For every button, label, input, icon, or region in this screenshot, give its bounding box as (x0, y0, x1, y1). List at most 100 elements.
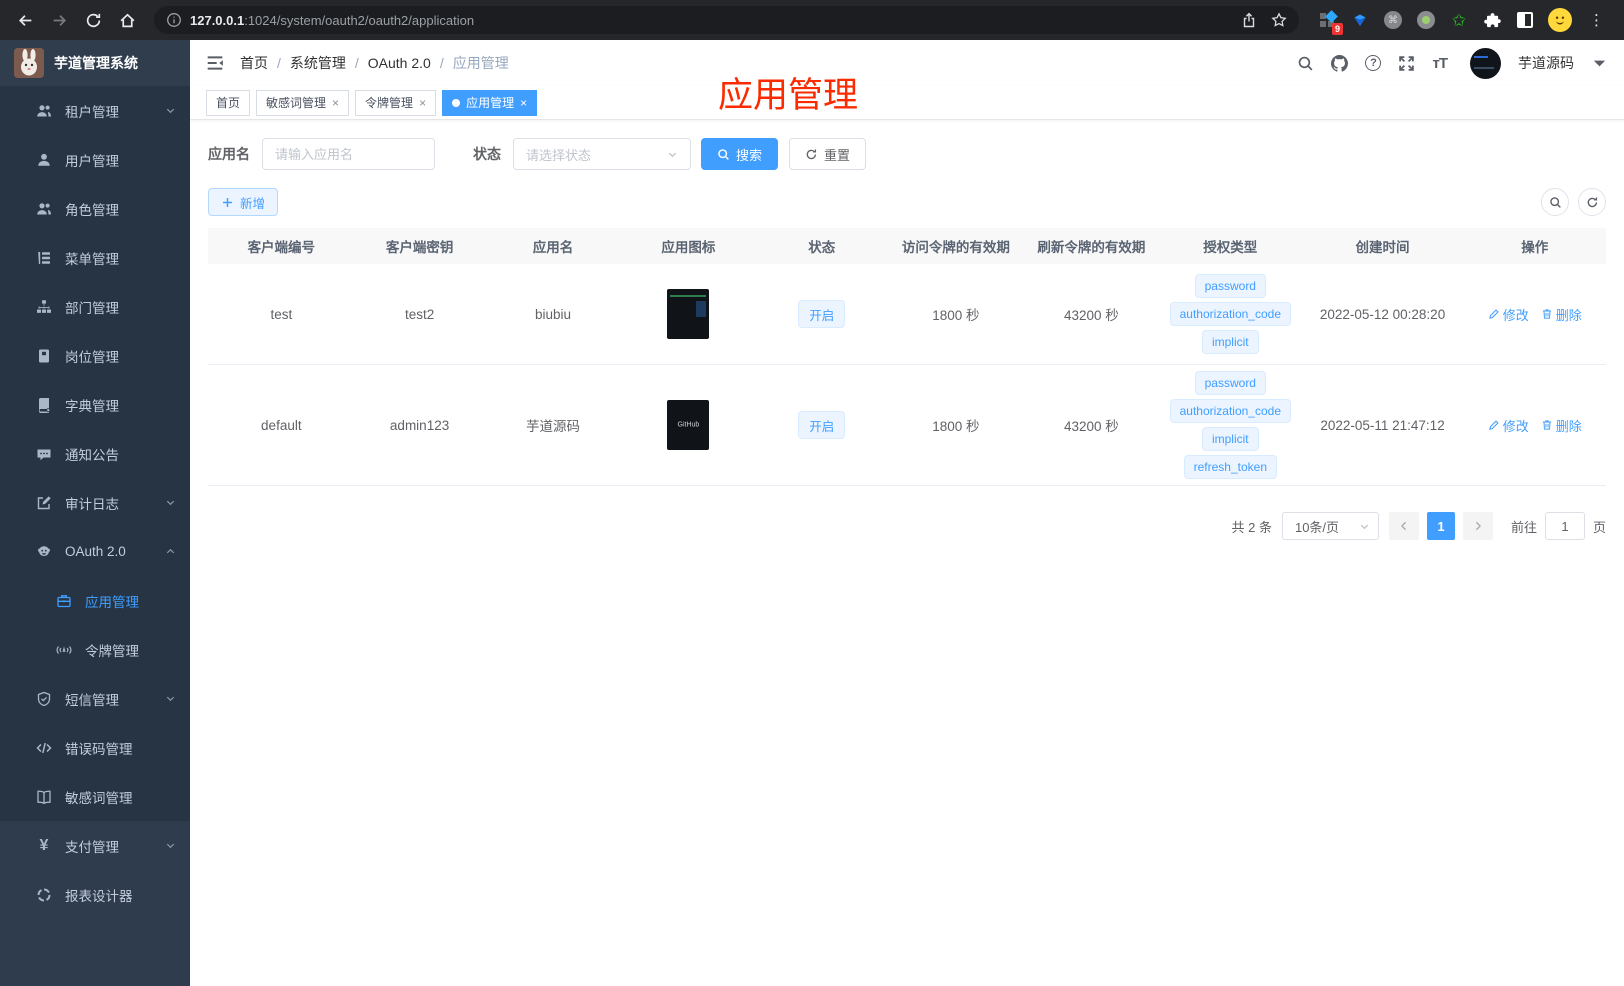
sidebar-item-短信管理[interactable]: 短信管理 (0, 674, 190, 723)
font-size-icon[interactable]: тT (1432, 55, 1447, 72)
sidebar-item-label: 应用管理 (85, 594, 139, 610)
profile-avatar[interactable] (1548, 8, 1572, 32)
grant-tag-authorization_code: authorization_code (1169, 302, 1292, 326)
pencil-icon (1488, 419, 1500, 431)
reload-icon[interactable] (78, 5, 108, 35)
bookmark-star-icon[interactable] (1271, 12, 1287, 28)
breadcrumb-item[interactable]: OAuth 2.0 (368, 55, 431, 71)
collapse-sidebar-icon[interactable] (206, 54, 224, 72)
chevron-up-icon (165, 546, 176, 557)
page-size-select[interactable]: 10条/页 (1281, 512, 1379, 540)
cell-status: 开启 (755, 375, 888, 475)
close-tab-icon[interactable]: × (419, 96, 426, 110)
ext-grid-icon[interactable]: 9 (1317, 10, 1343, 35)
org-icon (36, 299, 52, 315)
chevron-down-icon (1359, 521, 1370, 532)
puzzle-extensions-icon[interactable] (1482, 10, 1502, 30)
sidebar-item-错误码管理[interactable]: 错误码管理 (0, 723, 190, 772)
cell-client-secret: admin123 (389, 417, 450, 433)
total-count: 共 2 条 (1231, 519, 1272, 535)
filter-form: 应用名 状态 请选择状态 搜索 重置 (208, 138, 1606, 170)
add-button[interactable]: 新增 (208, 188, 279, 216)
chevron-down-icon (165, 105, 176, 116)
page-number-1[interactable]: 1 (1426, 512, 1455, 540)
app-name-input[interactable] (262, 138, 435, 170)
browser-menu-icon[interactable]: ⋮ (1585, 11, 1608, 29)
search-button[interactable]: 搜索 (701, 138, 779, 170)
github-icon[interactable] (1331, 54, 1349, 72)
back-icon[interactable] (10, 5, 40, 35)
cell-access-ttl: 1800 秒 (932, 419, 980, 434)
trash-icon (1541, 308, 1553, 320)
next-page-button[interactable] (1462, 512, 1493, 540)
sidebar-item-岗位管理[interactable]: 岗位管理 (0, 331, 190, 380)
sidebar-item-审计日志[interactable]: 审计日志 (0, 478, 190, 527)
pagination: 共 2 条 10条/页 1 前往 页 (208, 512, 1606, 540)
menu-tree-icon (36, 250, 52, 266)
edit-link[interactable]: 修改 (1488, 416, 1529, 435)
tab-令牌管理[interactable]: 令牌管理 × (355, 89, 437, 116)
code-icon (36, 740, 52, 756)
header-search-icon[interactable] (1297, 55, 1314, 72)
user-name: 芋道源码 (1518, 55, 1574, 71)
breadcrumb-item[interactable]: 首页 (240, 53, 268, 73)
help-icon[interactable]: ? (1365, 55, 1382, 71)
home-icon[interactable] (112, 5, 142, 35)
tab-敏感词管理[interactable]: 敏感词管理 × (256, 89, 350, 116)
tab-应用管理[interactable]: 应用管理 × (442, 89, 538, 116)
sidebar-item-OAuth 2.0[interactable]: OAuth 2.0 (0, 527, 190, 576)
fullscreen-icon[interactable] (1398, 55, 1415, 72)
close-tab-icon[interactable]: × (520, 96, 527, 110)
ext-dot-icon[interactable] (1416, 10, 1436, 30)
briefcase-icon (56, 593, 72, 609)
tab-label: 令牌管理 (365, 96, 414, 110)
sidebar-item-字典管理[interactable]: 字典管理 (0, 380, 190, 429)
sidebar-item-菜单管理[interactable]: 菜单管理 (0, 233, 190, 282)
status-select[interactable]: 请选择状态 (513, 138, 691, 170)
url-bar[interactable]: 127.0.0.1:1024/system/oauth2/oauth2/appl… (154, 6, 1299, 34)
reset-button[interactable]: 重置 (789, 138, 867, 170)
grant-tag-authorization_code: authorization_code (1169, 399, 1292, 423)
delete-link[interactable]: 删除 (1541, 416, 1582, 435)
user-avatar[interactable] (1470, 47, 1501, 79)
breadcrumb-item[interactable]: 系统管理 (290, 53, 346, 73)
close-tab-icon[interactable]: × (332, 96, 339, 110)
edit-link[interactable]: 修改 (1488, 305, 1529, 324)
status-label: 状态 (473, 146, 501, 162)
goto-page-input[interactable] (1544, 512, 1585, 540)
sidebar-item-用户管理[interactable]: 用户管理 (0, 135, 190, 184)
table-row-default: default admin123 芋道源码 GitHub 开启 1800 秒 43200 秒… (208, 365, 1606, 486)
status-tag: 开启 (798, 300, 846, 328)
forward-icon[interactable] (44, 5, 74, 35)
sidebar-item-应用管理[interactable]: 应用管理 (0, 576, 190, 625)
sidebar-item-角色管理[interactable]: 角色管理 (0, 184, 190, 233)
delete-link[interactable]: 删除 (1541, 305, 1582, 324)
sidebar-item-报表设计器[interactable]: 报表设计器 (0, 870, 190, 919)
status-tag: 开启 (798, 411, 846, 439)
tab-首页[interactable]: 首页 (206, 89, 251, 116)
prev-page-button[interactable] (1388, 512, 1419, 540)
sidebar-item-通知公告[interactable]: 通知公告 (0, 429, 190, 478)
sidebar-item-敏感词管理[interactable]: 敏感词管理 (0, 772, 190, 821)
sidebar-item-部门管理[interactable]: 部门管理 (0, 282, 190, 331)
url-text[interactable]: 127.0.0.1:1024/system/oauth2/oauth2/appl… (190, 13, 1233, 28)
site-info-icon[interactable] (166, 12, 182, 28)
sidebar-item-label: 报表设计器 (65, 888, 133, 904)
ext-gem-icon[interactable] (1350, 10, 1370, 30)
ext-star-icon[interactable]: ✩ (1449, 10, 1469, 30)
ext-command-icon[interactable]: ⌘ (1383, 10, 1403, 30)
refresh-table-button[interactable] (1578, 188, 1606, 216)
show-search-button[interactable] (1541, 188, 1569, 216)
sidebar-item-令牌管理[interactable]: 令牌管理 (0, 625, 190, 674)
sidebar-item-label: 部门管理 (65, 300, 119, 316)
user-caret-down-icon[interactable] (1591, 55, 1608, 72)
split-screen-icon[interactable] (1515, 10, 1535, 30)
dict-icon (36, 397, 52, 413)
sidebar-item-租户管理[interactable]: 租户管理 (0, 86, 190, 135)
trash-icon (1541, 419, 1553, 431)
sidebar-item-支付管理[interactable]: ¥ 支付管理 (0, 821, 190, 870)
app-logo[interactable]: 芋道管理系统 (0, 40, 190, 86)
share-icon[interactable] (1241, 12, 1257, 28)
ext-badge: 9 (1331, 23, 1343, 35)
sidebar-item-label: OAuth 2.0 (65, 544, 126, 559)
